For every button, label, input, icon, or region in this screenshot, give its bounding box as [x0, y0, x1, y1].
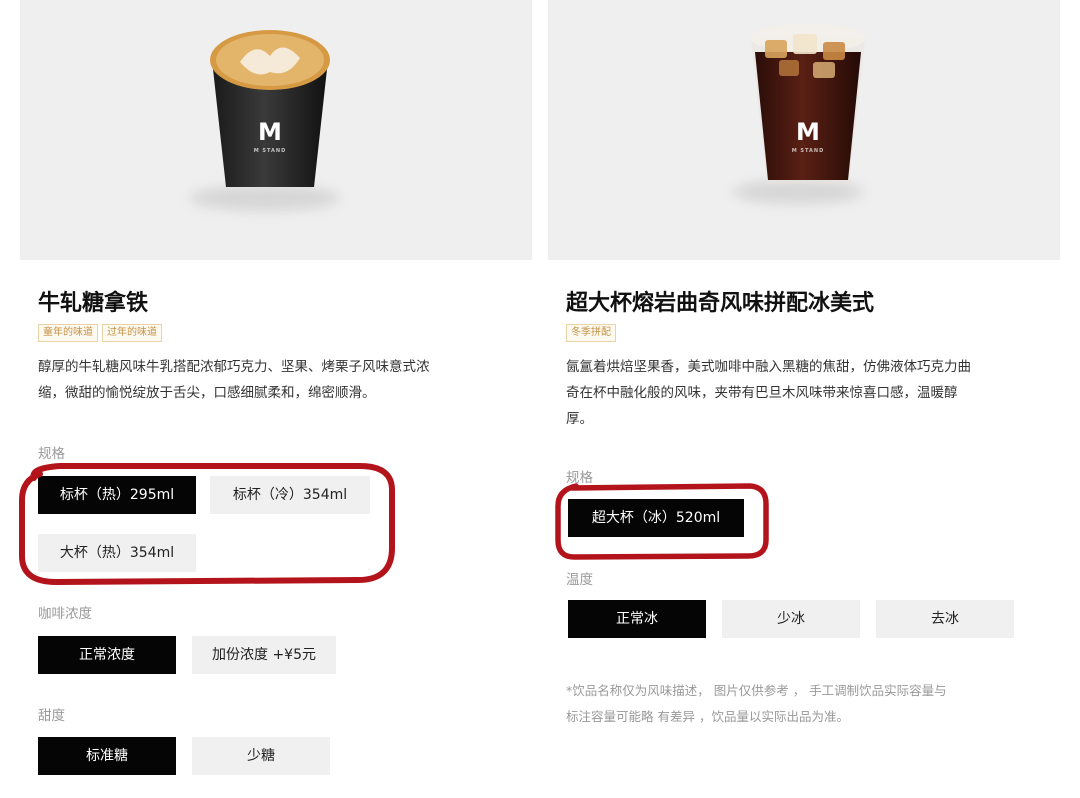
annotation-overlay [19, 463, 769, 586]
annotation-ring-left [19, 463, 395, 586]
annotation-ring-right [555, 483, 769, 560]
